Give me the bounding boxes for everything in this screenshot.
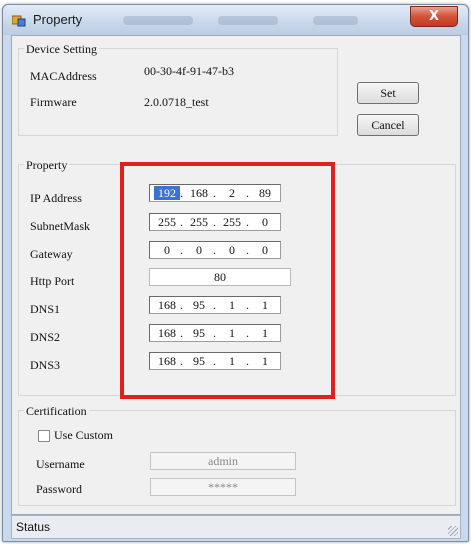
ip-dot: . (213, 298, 216, 312)
ip-octet[interactable]: 168 (154, 326, 180, 340)
title-bar[interactable]: Property X (3, 5, 468, 35)
password-label: Password (36, 482, 83, 496)
gateway-field[interactable]: 0 . 0 . 0 . 0 (149, 241, 281, 259)
ip-octet[interactable]: 168 (186, 186, 212, 200)
device-setting-group (18, 48, 338, 136)
dialog-client-area: Device Setting MACAddress 00-30-4f-91-47… (11, 35, 461, 515)
ip-octet[interactable]: 1 (252, 326, 278, 340)
ip-octet[interactable]: 95 (186, 298, 212, 312)
ip-dot: . (246, 243, 249, 257)
close-button[interactable]: X (410, 6, 458, 27)
title-bar-blur (123, 16, 193, 25)
ip-dot: . (246, 354, 249, 368)
ip-dot: . (246, 215, 249, 229)
ip-octet[interactable]: 255 (219, 215, 245, 229)
window-title: Property (33, 12, 83, 27)
ip-dot: . (180, 354, 183, 368)
dns3-label: DNS3 (30, 358, 61, 372)
resize-grip-icon[interactable] (448, 526, 458, 536)
property-window: Property X Device Setting MACAddress 00-… (2, 4, 469, 542)
mac-address-value: 00-30-4f-91-47-b3 (144, 64, 234, 78)
ip-dot: . (246, 186, 249, 200)
ip-octet[interactable]: 95 (186, 354, 212, 368)
ip-dot: . (213, 354, 216, 368)
ip-octet[interactable]: 0 (252, 243, 278, 257)
status-bar: Status (11, 515, 461, 539)
ip-dot: . (180, 186, 183, 200)
ip-octet[interactable]: 255 (154, 215, 180, 229)
username-field[interactable]: admin (150, 452, 296, 470)
ip-octet[interactable]: 168 (154, 298, 180, 312)
mac-address-label: MACAddress (30, 69, 97, 83)
http-port-field[interactable]: 80 (149, 268, 291, 286)
gateway-label: Gateway (30, 247, 73, 261)
device-setting-label: Device Setting (24, 42, 99, 57)
cancel-button[interactable]: Cancel (357, 114, 419, 136)
ip-dot: . (213, 243, 216, 257)
title-bar-blur (218, 16, 278, 25)
dns2-label: DNS2 (30, 330, 61, 344)
subnet-mask-label: SubnetMask (30, 219, 90, 233)
ip-dot: . (246, 326, 249, 340)
ip-octet[interactable]: 95 (186, 326, 212, 340)
http-port-label: Http Port (30, 274, 75, 288)
ip-octet[interactable]: 2 (219, 186, 245, 200)
app-icon (12, 15, 26, 27)
title-bar-blur (313, 16, 358, 25)
ip-octet[interactable]: 1 (219, 326, 245, 340)
ip-address-label: IP Address (30, 191, 82, 205)
dns2-field[interactable]: 168 . 95 . 1 . 1 (149, 324, 281, 342)
ip-octet[interactable]: 1 (219, 298, 245, 312)
ip-octet[interactable]: 168 (154, 354, 180, 368)
certification-group-label: Certification (24, 404, 89, 419)
property-group-label: Property (24, 158, 70, 173)
ip-dot: . (180, 326, 183, 340)
ip-dot: . (213, 186, 216, 200)
firmware-value: 2.0.0718_test (144, 95, 209, 109)
ip-dot: . (180, 298, 183, 312)
firmware-label: Firmware (30, 95, 77, 109)
ip-address-field[interactable]: 192 . 168 . 2 . 89 (149, 184, 281, 202)
ip-octet[interactable]: 89 (252, 186, 278, 200)
ip-dot: . (180, 215, 183, 229)
subnet-mask-field[interactable]: 255 . 255 . 255 . 0 (149, 213, 281, 231)
ip-octet[interactable]: 192 (154, 186, 180, 200)
ip-dot: . (180, 243, 183, 257)
ip-octet[interactable]: 1 (219, 354, 245, 368)
ip-octet[interactable]: 0 (252, 215, 278, 229)
ip-octet[interactable]: 0 (186, 243, 212, 257)
ip-dot: . (213, 215, 216, 229)
password-field[interactable]: ***** (150, 478, 296, 496)
ip-octet[interactable]: 1 (252, 354, 278, 368)
dns1-field[interactable]: 168 . 95 . 1 . 1 (149, 296, 281, 314)
ip-octet[interactable]: 0 (154, 243, 180, 257)
status-text: Status (16, 520, 51, 534)
dns3-field[interactable]: 168 . 95 . 1 . 1 (149, 352, 281, 370)
dns1-label: DNS1 (30, 302, 61, 316)
ip-dot: . (246, 298, 249, 312)
ip-octet[interactable]: 1 (252, 298, 278, 312)
username-label: Username (36, 457, 85, 471)
close-icon: X (428, 9, 440, 24)
ip-octet[interactable]: 0 (219, 243, 245, 257)
use-custom-checkbox[interactable] (38, 430, 50, 442)
set-button[interactable]: Set (357, 82, 419, 104)
ip-octet[interactable]: 255 (186, 215, 212, 229)
ip-dot: . (213, 326, 216, 340)
use-custom-label[interactable]: Use Custom (54, 428, 113, 443)
